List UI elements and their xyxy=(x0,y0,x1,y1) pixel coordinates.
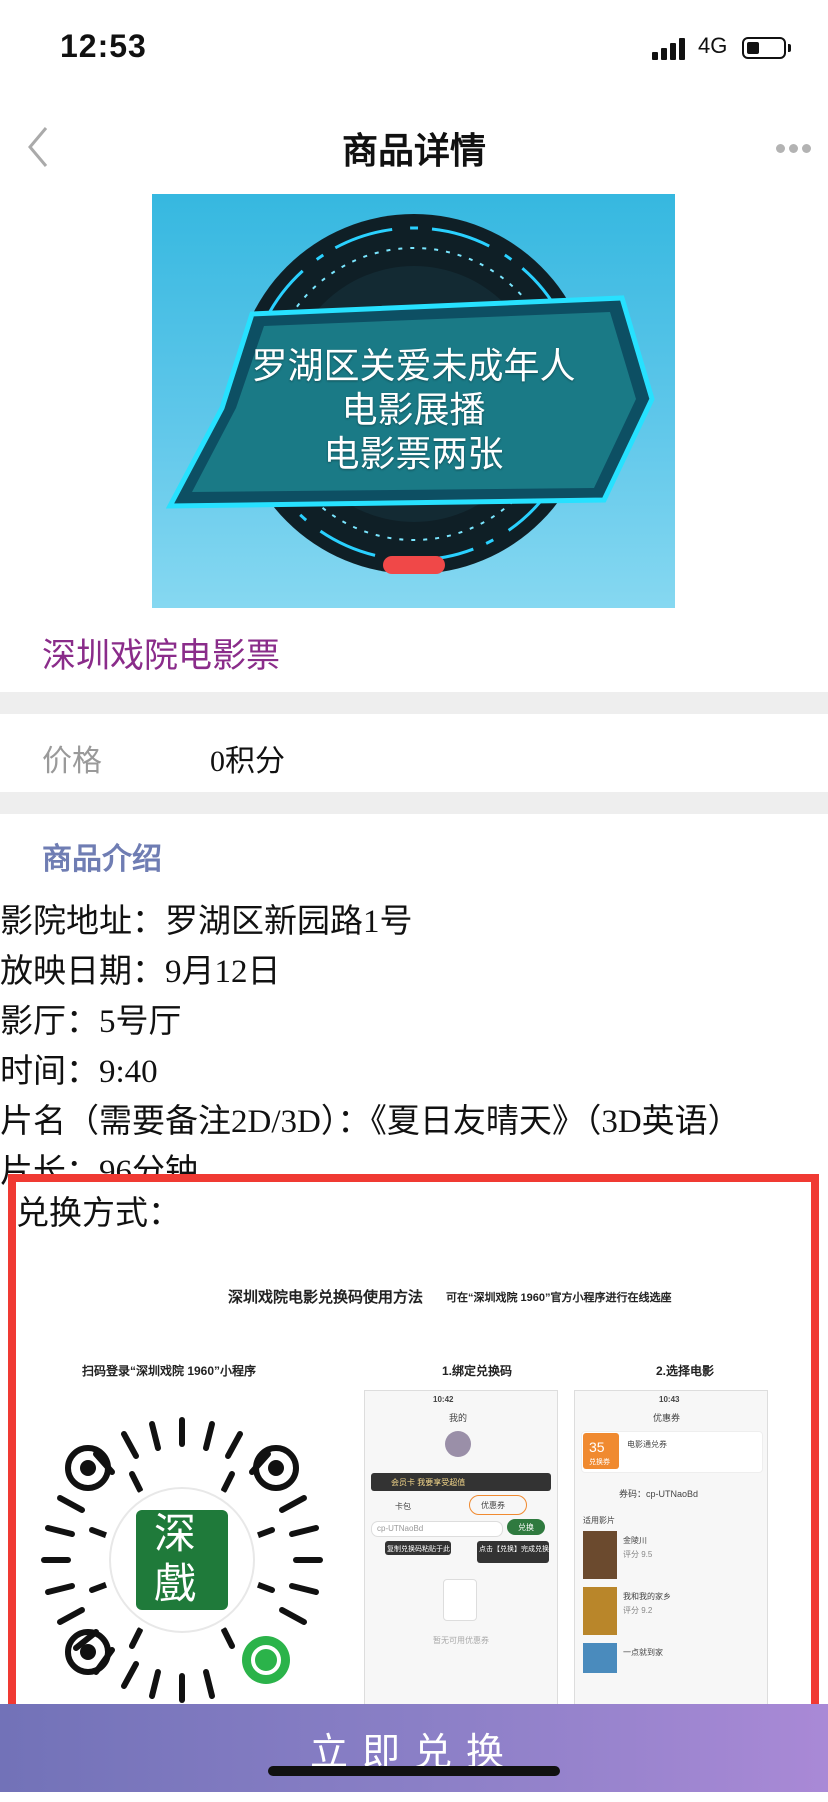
exchange-now-button[interactable]: 立即兑换 xyxy=(0,1704,828,1792)
screening-time: 时间：9:40 xyxy=(0,1054,158,1090)
phone2-header: 优惠券 xyxy=(653,1413,681,1423)
qr-caption: 扫码登录“深圳戏院 1960”小程序 xyxy=(82,1364,257,1378)
cinema-address: 影院地址：罗湖区新园路1号 xyxy=(0,904,413,940)
phone2-movie-1-title: 金陵川 xyxy=(623,1536,647,1545)
intro-title: 商品介绍 xyxy=(42,843,162,876)
phone1-tab-left: 卡包 xyxy=(395,1502,411,1511)
phone2-movie-1-score: 评分 9.5 xyxy=(623,1550,653,1559)
instructions-title: 深圳戏院电影兑换码使用方法 xyxy=(228,1289,424,1306)
step-1-screenshot: 10:42 我的 会员卡 我要享受超值 卡包 优惠券 cp-UTNaoBd 兑换… xyxy=(364,1390,558,1706)
phone1-empty-text: 暂无可用优惠券 xyxy=(433,1636,489,1645)
phone2-coupon-name: 电影通兑券 xyxy=(627,1440,667,1449)
phone2-code-label: 券码：cp-UTNaoBd xyxy=(619,1489,699,1499)
step-2-screenshot: 10:43 优惠券 35 兑换券 电影通兑券 券码：cp-UTNaoBd 适用影… xyxy=(574,1390,768,1706)
network-type: 4G xyxy=(698,33,728,58)
phone2-movie-2-title: 我和我的家乡 xyxy=(623,1592,671,1601)
movie-title: 片名（需要备注2D/3D）：《夏日友晴天》（3D英语） xyxy=(0,1104,741,1140)
phone2-poster-2 xyxy=(583,1587,617,1635)
phone2-poster-3 xyxy=(583,1643,617,1673)
phone2-poster-1 xyxy=(583,1531,617,1579)
phone1-tab-right: 优惠券 xyxy=(481,1501,505,1510)
step-2-label: 2.选择电影 xyxy=(656,1364,715,1378)
qr-center-glyph-2: 戲 xyxy=(154,1559,197,1608)
instructions-subtitle: 可在“深圳戏院 1960”官方小程序进行在线选座 xyxy=(446,1292,672,1304)
phone2-coupon-value: 35 xyxy=(589,1439,605,1455)
phone2-time: 10:43 xyxy=(659,1395,680,1404)
phone1-tip-left: 复制兑换码粘贴于此 xyxy=(387,1546,450,1553)
phone2-movie-2-score: 评分 9.2 xyxy=(623,1606,653,1615)
phone2-movie-3-title: 一点就到家 xyxy=(623,1648,663,1657)
page-title: 商品详情 xyxy=(341,130,486,171)
price-value: 0积分 xyxy=(210,745,285,778)
battery-icon xyxy=(742,37,786,59)
banner-line-2: 电影展播 xyxy=(341,389,486,430)
phone1-tip-right: 点击【兑换】完成兑换 xyxy=(479,1546,549,1553)
section-divider xyxy=(0,792,828,814)
cellular-signal-icon xyxy=(652,36,692,60)
banner-line-3: 电影票两张 xyxy=(323,433,504,474)
home-indicator[interactable] xyxy=(268,1766,560,1776)
phone1-time: 10:42 xyxy=(433,1395,454,1404)
product-name: 深圳戏院电影票 xyxy=(42,637,280,675)
screening-date: 放映日期：9月12日 xyxy=(0,954,281,990)
battery-level xyxy=(747,42,759,54)
phone1-empty-icon xyxy=(443,1579,477,1621)
status-time: 12:53 xyxy=(60,28,147,64)
phone2-coupon-unit: 兑换券 xyxy=(589,1459,610,1466)
qr-center-glyph-1: 深 xyxy=(154,1509,197,1558)
phone1-avatar xyxy=(445,1431,471,1457)
banner-line-1: 罗湖区关爱未成年人 xyxy=(251,345,576,386)
hall-number: 影厅：5号厅 xyxy=(0,1004,182,1040)
product-banner-image: 罗湖区关爱未成年人 电影展播 电影票两张 xyxy=(152,194,675,608)
section-divider xyxy=(0,692,828,714)
mini-program-qr-code: 深 戲 xyxy=(32,1410,332,1706)
more-options-icon[interactable] xyxy=(776,140,815,158)
phone1-header: 我的 xyxy=(449,1413,468,1423)
exchange-method-label: 兑换方式： xyxy=(16,1196,181,1232)
banner-text: 罗湖区关爱未成年人 电影展播 电影票两张 xyxy=(152,344,675,476)
phone1-input-placeholder: cp-UTNaoBd xyxy=(377,1524,424,1533)
price-label: 价格 xyxy=(42,745,102,778)
exchange-instructions-image: 兑换方式： 深圳戏院电影兑换码使用方法 可在“深圳戏院 1960”官方小程序进行… xyxy=(8,1174,819,1714)
carousel-indicator[interactable] xyxy=(383,556,445,574)
step-1-label: 1.绑定兑换码 xyxy=(442,1364,513,1378)
battery-tip xyxy=(788,44,791,52)
phone2-section: 适用影片 xyxy=(583,1516,615,1525)
phone1-bind-label: 兑换 xyxy=(518,1523,534,1532)
phone1-vip-text: 会员卡 我要享受超值 xyxy=(391,1478,466,1487)
